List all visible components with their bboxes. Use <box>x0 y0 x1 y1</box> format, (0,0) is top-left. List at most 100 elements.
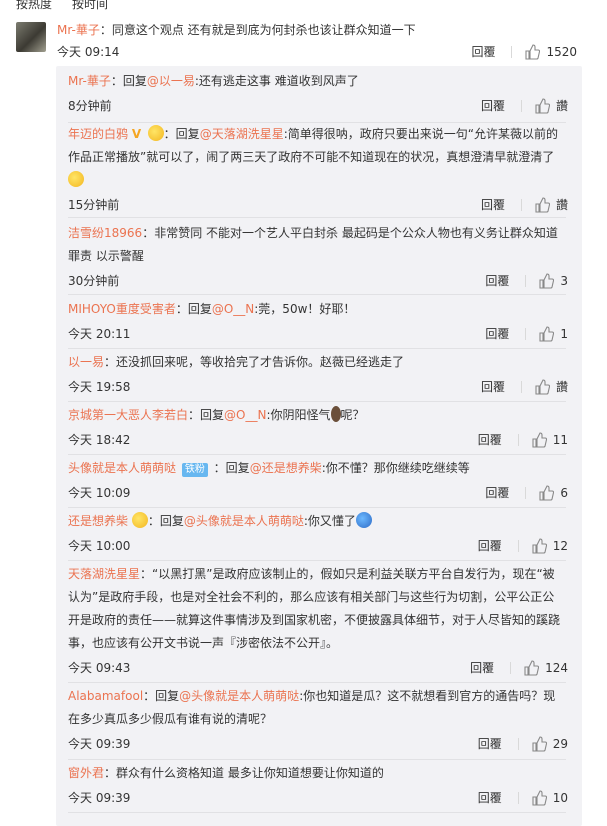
reply-button[interactable]: 回覆 <box>481 196 505 213</box>
list-item: 年迈的白鸦 V ：回复@天落湖洗星星:简单得很呐，政府只要出来说一句“允许某薇以… <box>68 123 568 214</box>
divider <box>68 454 566 455</box>
mention-link[interactable]: @还是想养柴 <box>250 461 322 475</box>
divider <box>68 348 566 349</box>
reply-actions: 回覆 10 <box>478 789 568 806</box>
mention-link[interactable]: @以一易 <box>147 74 195 88</box>
vip-emoji-icon <box>147 125 164 141</box>
reply-time: 今天 09:39 <box>68 791 131 805</box>
reply-author[interactable]: 天落湖洗星星 <box>68 567 140 581</box>
reply-text: :莞，50w！好耶！ <box>254 302 356 316</box>
list-item: 洁雪纷18966：非常赞同 不能对一个艺人平白封杀 最起码是个公众人物也有义务让… <box>68 222 568 290</box>
mention-link[interactable]: @头像就是本人萌萌哒 <box>184 514 304 528</box>
reply-author[interactable]: 年迈的白鸦 <box>68 127 128 141</box>
list-item: 天落湖洗星星：“以黑打黑”是政府应该制止的，假如只是利益关联方平台自发行为，现在… <box>68 563 568 677</box>
reply-author[interactable]: 头像就是本人萌萌哒 <box>68 461 176 475</box>
reply-author[interactable]: 洁雪纷18966 <box>68 226 142 240</box>
comment-author[interactable]: Mr-華子 <box>57 23 100 37</box>
reply-author[interactable]: Mr-華子 <box>68 74 111 88</box>
comment-body: ：同意这个观点 还有就是到底为何封杀也该让群众知道一下 <box>99 23 416 37</box>
main-comment-text: Mr-華子：同意这个观点 还有就是到底为何封杀也该让群众知道一下 <box>57 21 416 38</box>
action-divider <box>520 99 522 112</box>
thumbs-up-icon[interactable] <box>531 431 547 448</box>
reply-button[interactable]: 回覆 <box>485 272 509 289</box>
mention-link[interactable]: @天落湖洗星星 <box>200 127 284 141</box>
divider <box>68 294 566 295</box>
reply-button[interactable]: 回覆 <box>478 789 502 806</box>
reply-button[interactable]: 回覆 <box>481 97 505 114</box>
thumbs-up-icon[interactable] <box>523 659 540 676</box>
reply-thread: Mr-華子：回复@以一易:还有逃走这事 难道收到风声了 8分钟前 回覆讚 年迈的… <box>56 66 582 826</box>
sort-by-hot-tab[interactable]: 按热度 <box>16 0 52 10</box>
mention-link[interactable]: @O__N <box>212 302 254 316</box>
reply-button[interactable]: 回覆 <box>478 735 502 752</box>
reply-actions: 回覆 1 <box>485 325 568 342</box>
thumbs-up-icon[interactable] <box>531 735 547 752</box>
sort-bar: 按热度 按时间 <box>0 0 607 10</box>
divider <box>68 401 566 402</box>
doge-emoji-icon <box>330 406 341 422</box>
action-divider <box>525 274 527 287</box>
reply-button[interactable]: 回覆 <box>471 43 495 60</box>
reply-button[interactable]: 回覆 <box>481 378 505 395</box>
divider <box>68 217 566 218</box>
reply-button[interactable]: 回覆 <box>485 484 509 501</box>
reply-button[interactable]: 回覆 <box>478 431 502 448</box>
like-count: 讚 <box>555 198 568 212</box>
action-divider <box>525 486 527 499</box>
reply-text: 呢？ <box>340 408 365 422</box>
thumbs-up-icon[interactable] <box>538 484 555 501</box>
reply-button[interactable]: 回覆 <box>485 325 509 342</box>
reply-actions: 回覆 12 <box>478 537 568 554</box>
reply-button[interactable]: 回覆 <box>478 537 502 554</box>
reply-text: :还有逃走这事 难道收到风声了 <box>194 74 359 88</box>
reply-text: :你又懂了 <box>303 514 356 528</box>
reply-text: :你阴阳怪气 <box>266 408 331 422</box>
like-count: 12 <box>552 538 568 553</box>
action-divider <box>517 737 519 750</box>
reply-text: ：回复 <box>143 689 180 703</box>
list-item: 以一易：还没抓回来呢，等收拾完了才告诉你。赵薇已经逃走了 今天 19:58 回覆… <box>68 351 568 396</box>
action-divider <box>525 327 527 340</box>
reply-actions: 回覆 124 <box>470 659 568 676</box>
thumbs-up-icon[interactable] <box>538 272 555 289</box>
reply-time: 15分钟前 <box>68 198 120 212</box>
thumbs-up-icon[interactable] <box>534 196 550 213</box>
thumbs-up-icon[interactable] <box>538 325 555 342</box>
thumbs-up-icon[interactable] <box>531 789 547 806</box>
thumbs-up-icon[interactable] <box>534 378 550 395</box>
like-count: 讚 <box>555 380 568 394</box>
reply-author[interactable]: 京城第一大恶人李若白 <box>68 408 188 422</box>
reply-author[interactable]: 还是想养柴 <box>68 514 128 528</box>
reply-author[interactable]: 窗外君 <box>68 766 104 780</box>
reply-time: 今天 18:42 <box>68 433 131 447</box>
comment-time: 今天 09:14 <box>57 45 120 59</box>
reply-author[interactable]: Alabamafool <box>68 689 143 703</box>
reply-text: ：回复 <box>175 302 212 316</box>
like-count: 3 <box>560 273 568 288</box>
reply-time: 今天 10:09 <box>68 486 131 500</box>
thumbs-up-icon[interactable] <box>524 43 541 60</box>
reply-author[interactable]: MIHOYO重度受害者 <box>68 302 176 316</box>
list-item: MIHOYO重度受害者：回复@O__N:莞，50w！好耶！ 今天 20:11 回… <box>68 298 568 343</box>
vip-emoji-icon <box>131 512 148 528</box>
mention-link[interactable]: @头像就是本人萌萌哒 <box>179 689 299 703</box>
action-divider <box>510 661 512 674</box>
mention-link[interactable]: @O__N <box>224 408 266 422</box>
reply-text: ：回复 <box>147 514 184 528</box>
like-count: 11 <box>552 432 568 447</box>
divider <box>68 759 566 760</box>
action-divider <box>520 198 522 211</box>
main-comment: Mr-華子：同意这个观点 还有就是到底为何封杀也该让群众知道一下 今天 09:1… <box>0 12 607 62</box>
thumbs-up-icon[interactable] <box>531 537 547 554</box>
like-count: 6 <box>560 485 568 500</box>
reply-button[interactable]: 回覆 <box>470 659 494 676</box>
like-count: 29 <box>552 736 568 751</box>
avatar[interactable] <box>16 22 46 52</box>
list-item: Mr-華子：回复@以一易:还有逃走这事 难道收到风声了 8分钟前 回覆 讚 <box>68 70 568 115</box>
reply-text: ：非常赞同 不能对一个艺人平白封杀 最起码是个公众人物也有义务让群众知道 罪责 … <box>68 226 558 263</box>
sort-by-time-tab[interactable]: 按时间 <box>72 0 108 10</box>
reply-author[interactable]: 以一易 <box>68 355 104 369</box>
thumbs-up-icon[interactable] <box>534 97 550 114</box>
reply-actions: 回覆 讚 <box>481 196 568 213</box>
divider <box>68 560 566 561</box>
